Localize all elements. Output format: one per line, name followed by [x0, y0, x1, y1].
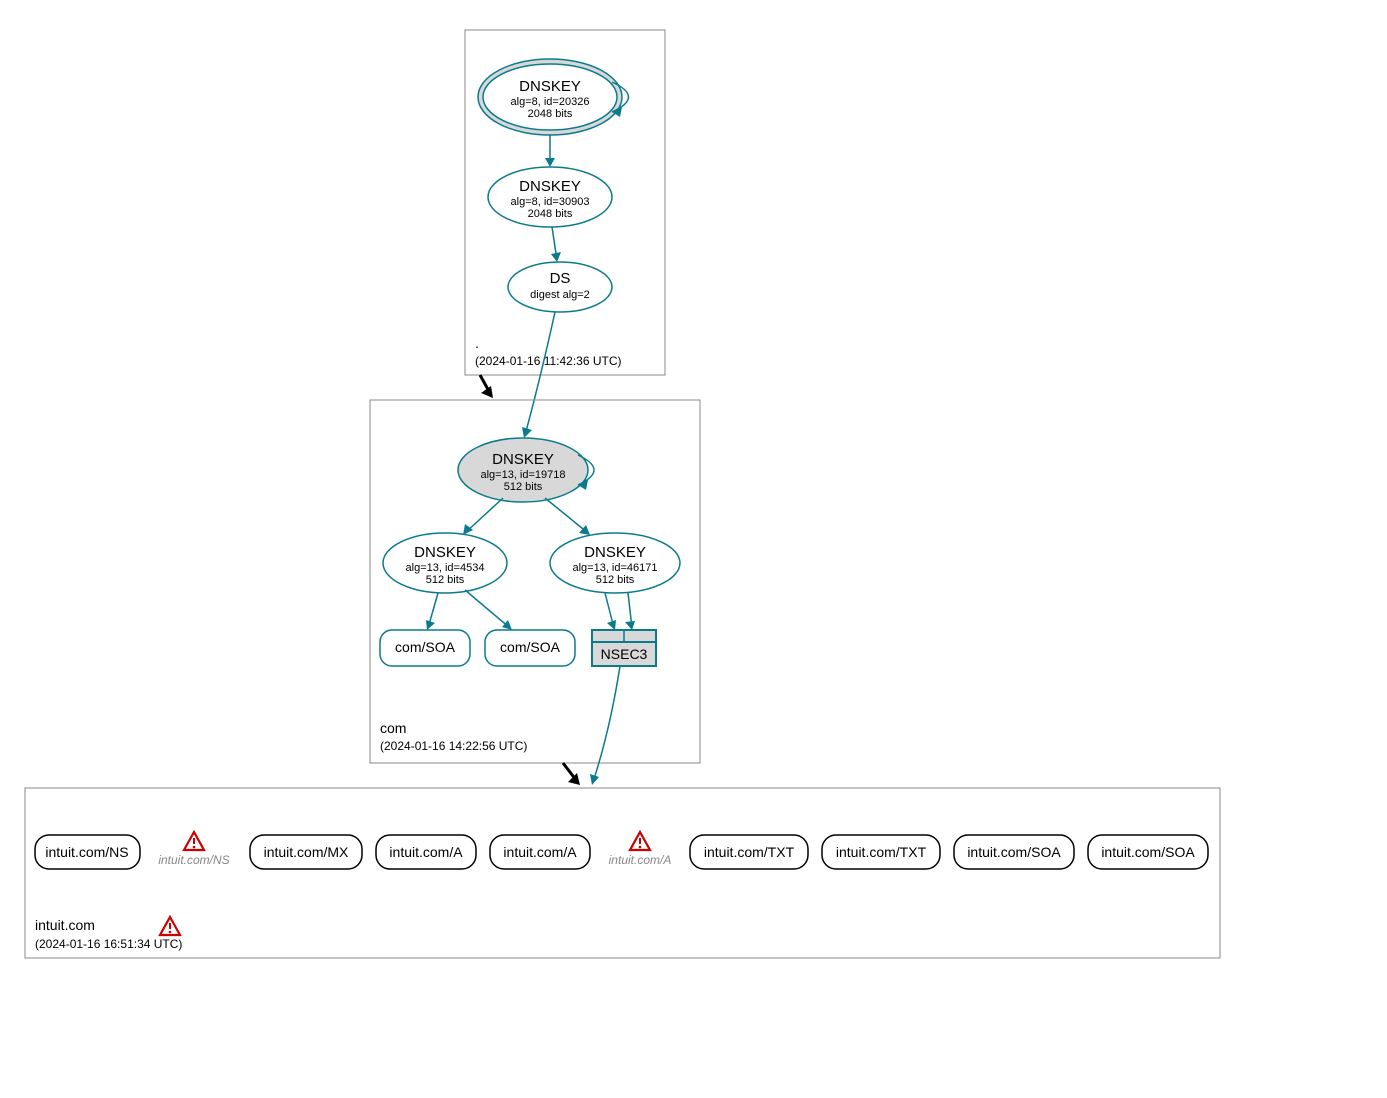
svg-text:DNSKEY: DNSKEY	[519, 178, 581, 195]
intuit-soa1-node[interactable]: intuit.com/SOA	[954, 835, 1074, 869]
root-zsk-node[interactable]: DNSKEY alg=8, id=30903 2048 bits	[488, 167, 612, 227]
warning-icon	[630, 832, 650, 850]
svg-text:DNSKEY: DNSKEY	[492, 451, 554, 468]
intuit-a1-node[interactable]: intuit.com/A	[376, 835, 476, 869]
zone-root-name: .	[475, 335, 479, 351]
intuit-a-warn-node[interactable]: intuit.com/A	[609, 832, 672, 867]
svg-text:com/SOA: com/SOA	[500, 639, 561, 655]
com-ksk-node[interactable]: DNSKEY alg=13, id=19718 512 bits	[458, 438, 588, 502]
zone-intuit-name: intuit.com	[35, 917, 95, 933]
svg-text:2048 bits: 2048 bits	[528, 108, 573, 120]
intuit-a2-node[interactable]: intuit.com/A	[490, 835, 590, 869]
com-nsec3-node[interactable]: NSEC3	[592, 630, 656, 666]
svg-text:DS: DS	[550, 270, 571, 287]
root-ds-node[interactable]: DS digest alg=2	[508, 262, 612, 312]
svg-text:2048 bits: 2048 bits	[528, 208, 573, 220]
zone-com-timestamp: (2024-01-16 14:22:56 UTC)	[380, 739, 527, 753]
warning-icon	[184, 832, 204, 850]
intuit-mx-node[interactable]: intuit.com/MX	[250, 835, 362, 869]
intuit-txt1-node[interactable]: intuit.com/TXT	[690, 835, 808, 869]
svg-text:intuit.com/A: intuit.com/A	[389, 844, 463, 860]
com-zsk2-node[interactable]: DNSKEY alg=13, id=46171 512 bits	[550, 533, 680, 593]
svg-text:intuit.com/SOA: intuit.com/SOA	[967, 844, 1061, 860]
svg-text:intuit.com/NS: intuit.com/NS	[158, 853, 229, 867]
zone-intuit-box	[25, 788, 1220, 958]
svg-text:DNSKEY: DNSKEY	[584, 544, 646, 561]
intuit-ns-node[interactable]: intuit.com/NS	[35, 835, 140, 869]
svg-text:intuit.com/A: intuit.com/A	[503, 844, 577, 860]
intuit-txt2-node[interactable]: intuit.com/TXT	[822, 835, 940, 869]
svg-text:intuit.com/TXT: intuit.com/TXT	[836, 844, 927, 860]
com-soa1-node[interactable]: com/SOA	[380, 630, 470, 666]
svg-text:intuit.com/TXT: intuit.com/TXT	[704, 844, 795, 860]
svg-text:alg=13, id=46171: alg=13, id=46171	[572, 562, 657, 574]
warning-icon	[160, 917, 180, 935]
root-ksk-node[interactable]: DNSKEY alg=8, id=20326 2048 bits	[478, 59, 622, 135]
svg-text:DNSKEY: DNSKEY	[414, 544, 476, 561]
svg-text:alg=8, id=30903: alg=8, id=30903	[511, 196, 590, 208]
intuit-ns-warn-node[interactable]: intuit.com/NS	[158, 832, 229, 867]
svg-text:digest alg=2: digest alg=2	[530, 289, 590, 301]
dnssec-diagram: . (2024-01-16 11:42:36 UTC) DNSKEY alg=8…	[20, 20, 1367, 1078]
svg-text:intuit.com/SOA: intuit.com/SOA	[1101, 844, 1195, 860]
svg-text:NSEC3: NSEC3	[601, 646, 648, 662]
com-zsk1-node[interactable]: DNSKEY alg=13, id=4534 512 bits	[383, 533, 507, 593]
zone-root-timestamp: (2024-01-16 11:42:36 UTC)	[475, 354, 622, 368]
svg-text:512 bits: 512 bits	[596, 574, 635, 586]
svg-text:alg=8, id=20326: alg=8, id=20326	[511, 96, 590, 108]
svg-text:512 bits: 512 bits	[426, 574, 465, 586]
com-soa2-node[interactable]: com/SOA	[485, 630, 575, 666]
svg-text:alg=13, id=4534: alg=13, id=4534	[406, 562, 485, 574]
zone-com-name: com	[380, 720, 406, 736]
svg-text:DNSKEY: DNSKEY	[519, 78, 581, 95]
svg-text:intuit.com/A: intuit.com/A	[609, 853, 672, 867]
intuit-soa2-node[interactable]: intuit.com/SOA	[1088, 835, 1208, 869]
svg-text:512 bits: 512 bits	[504, 481, 543, 493]
svg-text:com/SOA: com/SOA	[395, 639, 456, 655]
svg-text:intuit.com/NS: intuit.com/NS	[45, 844, 128, 860]
zone-intuit-timestamp: (2024-01-16 16:51:34 UTC)	[35, 937, 182, 951]
svg-text:alg=13, id=19718: alg=13, id=19718	[480, 469, 565, 481]
svg-text:intuit.com/MX: intuit.com/MX	[264, 844, 349, 860]
